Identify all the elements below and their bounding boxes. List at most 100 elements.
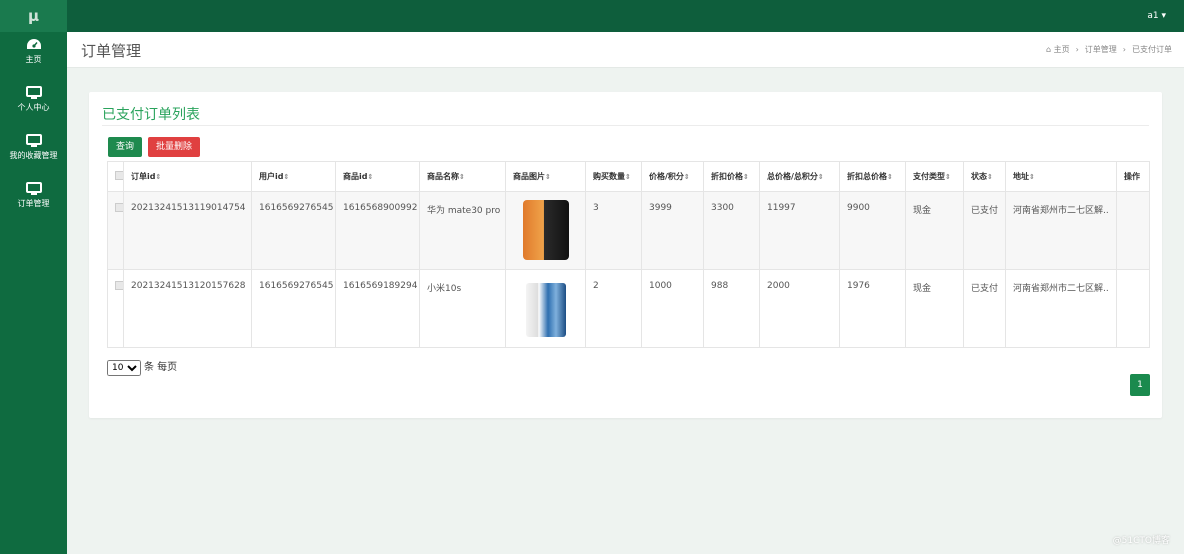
column-header-label: 商品名称 [427,172,459,181]
column-header[interactable]: 折扣价格⇕ [703,161,760,192]
page-title: 订单管理 [81,42,142,60]
cell-actions [1116,269,1150,348]
cell-qty: 3 [585,191,642,270]
cell-discount-total: 1976 [839,269,906,348]
sort-icon: ⇕ [545,173,551,181]
column-header-label: 支付类型 [913,172,945,181]
cell-user-id: 1616569276545 [251,269,336,348]
monitor-icon [25,182,42,195]
page-header: 订单管理 ⌂ 主页 › 订单管理 › 已支付订单 [67,32,1184,68]
column-header[interactable]: 商品名称⇕ [419,161,506,192]
column-header-label: 折扣价格 [711,172,743,181]
cell-actions [1116,191,1150,270]
page-size-select[interactable]: 10 [107,360,141,376]
select-all-checkbox-cell[interactable] [107,161,124,192]
page-size-control: 10条 每页 [107,358,177,376]
sidebar-item-label: 订单管理 [17,199,50,208]
column-header[interactable]: 折扣总价格⇕ [839,161,906,192]
breadcrumb: ⌂ 主页 › 订单管理 › 已支付订单 [1046,44,1172,55]
cell-product-image [505,191,586,270]
cell-order-id: 20213241513120157628 [123,269,252,348]
cell-pay-type: 现金 [905,191,964,270]
dashboard-icon [26,39,41,49]
cell-discount-price: 988 [703,269,760,348]
sidebar-item-home[interactable]: 主页 [0,32,67,80]
breadcrumb-current: 已支付订单 [1132,45,1172,54]
column-header[interactable]: 订单id⇕ [123,161,252,192]
column-header-label: 购买数量 [593,172,625,181]
column-header-label: 总价格/总积分 [767,172,818,181]
breadcrumb-home[interactable]: 主页 [1054,45,1070,54]
column-header[interactable]: 购买数量⇕ [585,161,642,192]
column-header[interactable]: 商品图片⇕ [505,161,586,192]
column-header-label: 价格/积分 [649,172,684,181]
row-checkbox[interactable] [115,281,123,290]
cell-product-name: 小米10s [419,269,506,348]
cell-product-id: 1616568900992 [335,191,420,270]
sidebar-item-orders[interactable]: 订单管理 [0,176,67,224]
pagination-page-1[interactable]: 1 [1130,374,1150,396]
sidebar-item-label: 我的收藏管理 [9,151,58,160]
cell-total: 2000 [759,269,840,348]
sort-icon: ⇕ [1029,173,1035,181]
column-header-label: 商品图片 [513,172,545,181]
cell-user-id: 1616569276545 [251,191,336,270]
column-header-label: 订单id [131,172,156,181]
column-header[interactable]: 用户id⇕ [251,161,336,192]
app-logo[interactable]: μ [0,0,67,32]
breadcrumb-separator: › [1075,45,1079,54]
sort-icon: ⇕ [155,173,162,181]
table-row: 20213241513120157628 1616569276545 16165… [107,269,1150,348]
sidebar: 主页 个人中心 我的收藏管理 订单管理 [0,32,67,554]
cell-product-id: 1616569189294 [335,269,420,348]
column-header[interactable]: 商品id⇕ [335,161,420,192]
sort-icon: ⇕ [625,173,631,181]
cell-product-name: 华为 mate30 pro [419,191,506,270]
column-header-actions: 操作 [1116,161,1150,192]
select-all-checkbox[interactable] [115,171,123,180]
sidebar-item-favorites[interactable]: 我的收藏管理 [0,128,67,176]
sort-icon: ⇕ [817,173,824,181]
column-header-label: 用户id [259,172,284,181]
sort-icon: ⇕ [987,173,993,181]
column-header[interactable]: 价格/积分⇕ [641,161,704,192]
column-header[interactable]: 总价格/总积分⇕ [759,161,840,192]
cell-order-id: 20213241513119014754 [123,191,252,270]
cell-discount-price: 3300 [703,191,760,270]
row-checkbox[interactable] [115,203,123,212]
query-button[interactable]: 查询 [108,137,143,157]
cell-qty: 2 [585,269,642,348]
cell-pay-type: 现金 [905,269,964,348]
column-header[interactable]: 支付类型⇕ [905,161,964,192]
breadcrumb-orders[interactable]: 订单管理 [1085,45,1117,54]
cell-price: 1000 [641,269,704,348]
monitor-icon [25,86,42,99]
column-header-label: 折扣总价格 [847,172,887,181]
sidebar-item-profile[interactable]: 个人中心 [0,80,67,128]
sort-icon: ⇕ [683,173,690,181]
sort-icon: ⇕ [367,173,374,181]
cell-address: 河南省郑州市二七区解.. [1005,269,1117,348]
row-checkbox-cell[interactable] [107,191,124,270]
panel-title: 已支付订单列表 [102,107,200,123]
divider [102,125,1149,126]
column-header[interactable]: 地址⇕ [1005,161,1117,192]
page-size-suffix: 条 每页 [144,362,178,373]
user-menu[interactable]: a1 ▾ [1147,0,1166,32]
column-header[interactable]: 状态⇕ [963,161,1006,192]
orders-panel: 已支付订单列表 查询 批量删除 订单id⇕ 用户id⇕ 商品id⇕ 商品名称⇕ … [89,92,1162,418]
row-checkbox-cell[interactable] [107,269,124,348]
column-header-label: 地址 [1013,172,1029,181]
monitor-icon [25,134,42,147]
sidebar-item-label: 个人中心 [17,103,50,112]
cell-status: 已支付 [963,191,1006,270]
sort-icon: ⇕ [743,173,749,181]
home-icon: ⌂ [1045,45,1054,54]
orders-table: 订单id⇕ 用户id⇕ 商品id⇕ 商品名称⇕ 商品图片⇕ 购买数量⇕ 价格/积… [107,161,1150,348]
cell-address: 河南省郑州市二七区解.. [1005,191,1117,270]
product-image-xiaomi [525,283,566,337]
watermark: @51CTO博客 [1112,536,1170,546]
breadcrumb-separator: › [1122,45,1126,54]
batch-delete-button[interactable]: 批量删除 [148,137,201,157]
sort-icon: ⇕ [283,173,290,181]
